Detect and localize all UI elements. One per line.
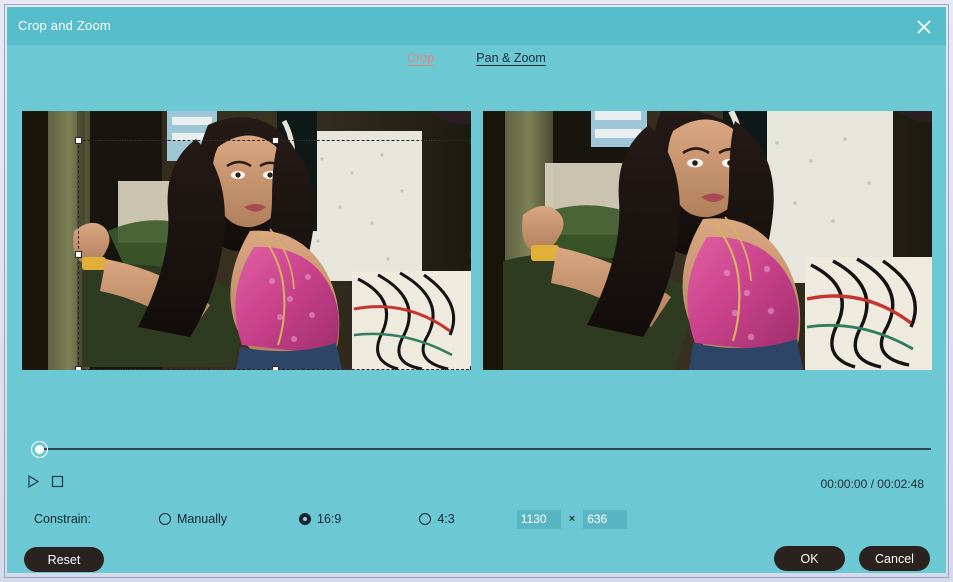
dialog-body: Crop and Zoom Crop Pan & Zoom 00:00:00 /… <box>7 7 946 573</box>
play-icon[interactable] <box>27 474 40 489</box>
dimension-separator: × <box>568 513 576 525</box>
radio-16-9[interactable]: 16:9 <box>299 512 341 526</box>
crop-height-input[interactable] <box>583 509 628 529</box>
result-preview <box>483 111 932 370</box>
close-icon[interactable] <box>910 13 938 41</box>
reset-button[interactable]: Reset <box>24 547 104 572</box>
timecode-display: 00:00:00 / 00:02:48 <box>820 477 924 491</box>
transport-controls <box>27 474 64 489</box>
title-bar: Crop and Zoom <box>7 7 946 45</box>
constrain-label: Constrain: <box>34 512 91 526</box>
radio-4-3[interactable]: 4:3 <box>419 512 455 526</box>
radio-manually-label: Manually <box>176 512 228 526</box>
constrain-row: Constrain: Manually 16:9 4:3 × <box>34 509 924 529</box>
radio-4-3-indicator <box>419 513 432 525</box>
crop-and-zoom-window: Crop and Zoom Crop Pan & Zoom 00:00:00 /… <box>0 0 953 582</box>
timeline-scrubber[interactable] <box>25 436 931 462</box>
result-video-frame <box>483 111 932 370</box>
radio-4-3-label: 4:3 <box>437 512 455 526</box>
source-video-frame <box>22 111 471 370</box>
radio-16-9-indicator <box>299 513 312 525</box>
stop-icon[interactable] <box>51 475 64 488</box>
radio-manually-indicator <box>158 513 171 525</box>
tab-crop[interactable]: Crop <box>407 51 434 65</box>
cancel-button[interactable]: Cancel <box>859 546 930 571</box>
radio-manually[interactable]: Manually <box>158 512 228 526</box>
timeline-track[interactable] <box>37 448 931 450</box>
source-preview[interactable] <box>22 111 471 370</box>
timeline-playhead-handle[interactable] <box>31 441 48 458</box>
ok-button[interactable]: OK <box>774 546 845 571</box>
tab-pan-and-zoom[interactable]: Pan & Zoom <box>476 51 545 65</box>
window-title: Crop and Zoom <box>18 18 111 33</box>
crop-width-input[interactable] <box>516 509 561 529</box>
mode-tabs: Crop Pan & Zoom <box>7 51 946 75</box>
radio-16-9-label: 16:9 <box>317 512 342 526</box>
